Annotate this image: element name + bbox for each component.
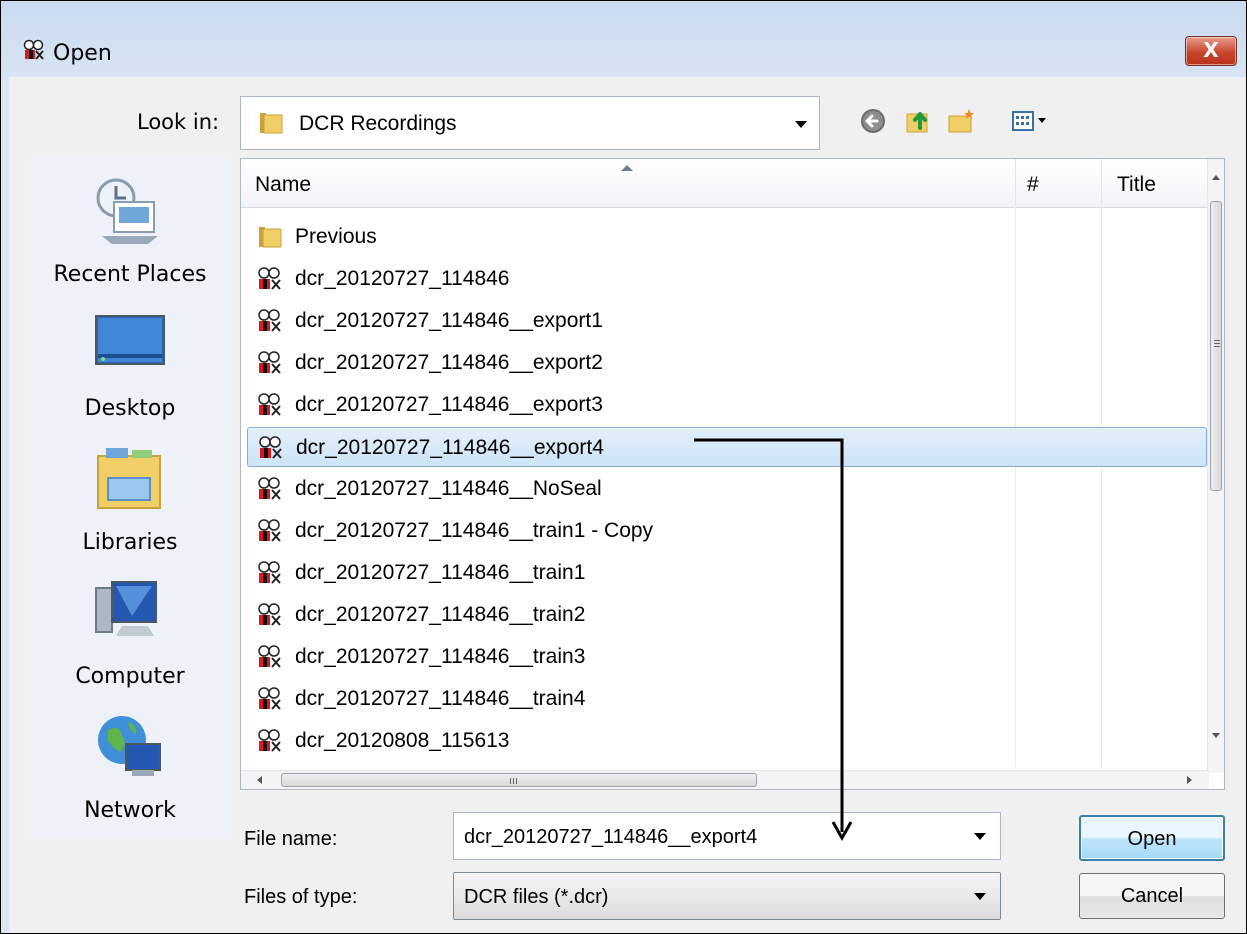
cancel-button[interactable]: Cancel xyxy=(1079,873,1225,919)
file-name: dcr_20120727_114846__train1 xyxy=(295,561,586,584)
chevron-down-icon[interactable] xyxy=(974,833,986,840)
dcr-file-icon xyxy=(258,603,281,626)
chevron-down-icon[interactable] xyxy=(974,893,986,900)
dcr-file-icon xyxy=(258,645,281,668)
file-row[interactable]: dcr_20120727_114846__export1 xyxy=(247,301,1207,341)
place-libraries[interactable]: Libraries xyxy=(30,442,230,562)
file-type-dropdown[interactable]: DCR files (*.dcr) xyxy=(453,872,1001,920)
column-divider[interactable] xyxy=(1015,159,1016,207)
dcr-file-icon xyxy=(258,561,281,584)
close-button[interactable]: X xyxy=(1185,36,1237,66)
file-row[interactable]: dcr_20120727_114846__export4 xyxy=(247,427,1207,467)
column-divider[interactable] xyxy=(1101,159,1102,207)
file-name: dcr_20120727_114846__export3 xyxy=(295,393,603,416)
look-in-label: Look in: xyxy=(137,110,220,134)
file-row[interactable]: dcr_20120727_114846__NoSeal xyxy=(247,469,1207,509)
file-row[interactable]: dcr_20120727_114846__train1 xyxy=(247,553,1207,593)
file-type-value: DCR files (*.dcr) xyxy=(464,886,609,908)
new-folder-icon[interactable] xyxy=(946,106,976,136)
view-menu-icon[interactable] xyxy=(1010,106,1056,136)
dcr-file-icon xyxy=(258,393,281,416)
network-icon xyxy=(98,716,161,776)
file-name: dcr_20120727_114846__train2 xyxy=(295,603,586,626)
dcr-file-icon xyxy=(258,309,281,332)
dcr-file-icon xyxy=(258,687,281,710)
file-row[interactable]: dcr_20120727_114846 xyxy=(247,259,1207,299)
up-folder-icon[interactable] xyxy=(904,106,934,136)
file-name: dcr_20120727_114846 xyxy=(295,267,510,290)
file-name: Previous xyxy=(295,225,377,248)
column-header-number[interactable]: # xyxy=(1027,173,1039,197)
place-label: Network xyxy=(84,798,176,823)
dcr-file-icon xyxy=(258,351,281,374)
file-row[interactable]: dcr_20120727_114846__export3 xyxy=(247,385,1207,425)
file-name-input[interactable]: dcr_20120727_114846__export4 xyxy=(453,812,1001,860)
file-name: dcr_20120727_114846__train3 xyxy=(295,645,586,668)
file-type-label: Files of type: xyxy=(244,886,358,908)
folder-icon xyxy=(260,113,283,134)
folder-icon xyxy=(259,227,282,248)
dialog-title: Open xyxy=(53,41,112,66)
list-header: Name # Title xyxy=(241,159,1209,208)
place-desktop[interactable]: Desktop xyxy=(30,308,230,428)
grip-icon xyxy=(1214,340,1220,341)
look-in-dropdown[interactable]: DCR Recordings xyxy=(240,96,820,150)
horizontal-scroll-thumb[interactable] xyxy=(281,773,757,787)
file-row[interactable]: dcr_20120727_114846__train3 xyxy=(247,637,1207,677)
file-row[interactable]: dcr_20120727_114846__train2 xyxy=(247,595,1207,635)
title-bar[interactable]: Open X xyxy=(1,1,1246,77)
open-button[interactable]: Open xyxy=(1079,815,1225,861)
grip-icon xyxy=(510,778,511,784)
file-name-label: File name: xyxy=(244,828,338,850)
vertical-scroll-thumb[interactable] xyxy=(1210,201,1222,491)
place-computer[interactable]: Computer xyxy=(30,576,230,696)
file-row[interactable]: Previous xyxy=(247,217,1207,257)
file-row[interactable]: dcr_20120808_115613 xyxy=(247,721,1207,761)
back-icon[interactable] xyxy=(858,106,888,136)
file-name: dcr_20120727_114846__NoSeal xyxy=(295,477,602,500)
close-icon: X xyxy=(1203,38,1219,62)
file-name: dcr_20120727_114846__export1 xyxy=(295,309,603,332)
vertical-scrollbar[interactable] xyxy=(1207,159,1224,773)
place-label: Desktop xyxy=(84,396,176,421)
column-header-title[interactable]: Title xyxy=(1117,173,1156,197)
dcr-app-icon xyxy=(23,39,44,60)
scroll-down-arrow-icon[interactable] xyxy=(1212,733,1220,738)
column-header-name[interactable]: Name xyxy=(255,173,311,197)
scroll-up-arrow-icon[interactable] xyxy=(1212,175,1220,180)
recent-places-icon xyxy=(96,178,158,244)
libraries-icon xyxy=(97,448,161,509)
file-row[interactable]: dcr_20120727_114846__export2 xyxy=(247,343,1207,383)
dcr-file-icon xyxy=(258,477,281,500)
computer-icon xyxy=(95,581,157,636)
look-in-value: DCR Recordings xyxy=(299,112,457,135)
place-recent-places[interactable]: Recent Places xyxy=(30,174,230,294)
dcr-file-icon xyxy=(258,519,281,542)
file-row[interactable]: dcr_20120727_114846__train4 xyxy=(247,679,1207,719)
file-name-value: dcr_20120727_114846__export4 xyxy=(464,826,758,848)
sort-ascending-icon xyxy=(621,165,633,171)
dcr-file-icon xyxy=(258,267,281,290)
place-label: Computer xyxy=(75,664,185,689)
file-name: dcr_20120727_114846__train1 - Copy xyxy=(295,519,654,542)
place-network[interactable]: Network xyxy=(30,710,230,830)
dcr-file-icon xyxy=(258,729,281,752)
places-bar: Recent Places Desktop Libraries Computer xyxy=(30,158,230,838)
place-label: Recent Places xyxy=(53,262,207,287)
horizontal-scrollbar[interactable] xyxy=(241,770,1209,789)
place-label: Libraries xyxy=(82,530,178,555)
file-name: dcr_20120727_114846__export2 xyxy=(295,351,603,374)
desktop-icon xyxy=(95,315,165,365)
file-name: dcr_20120808_115613 xyxy=(295,729,510,752)
scroll-right-arrow-icon[interactable] xyxy=(1187,776,1192,784)
file-row[interactable]: dcr_20120727_114846__train1 - Copy xyxy=(247,511,1207,551)
file-name: dcr_20120727_114846__export4 xyxy=(296,436,604,459)
file-name: dcr_20120727_114846__train4 xyxy=(295,687,586,710)
dcr-file-icon xyxy=(259,436,282,459)
chevron-down-icon[interactable] xyxy=(795,121,807,128)
file-list[interactable]: Name # Title Previous dcr_20120727_114846… xyxy=(240,158,1225,790)
scroll-left-arrow-icon[interactable] xyxy=(257,776,262,784)
